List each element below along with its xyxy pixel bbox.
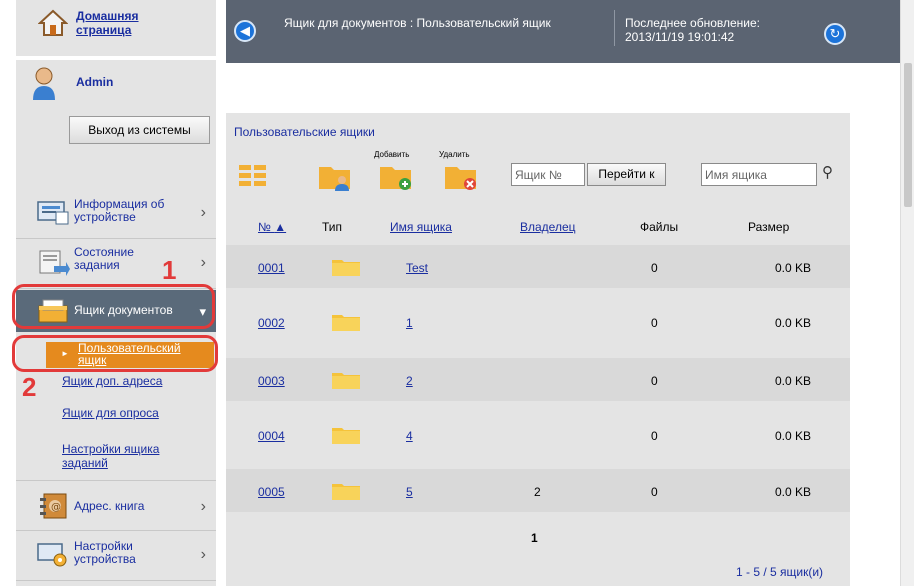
folder-icon	[332, 484, 360, 500]
table-row[interactable]: 0001 Test 0 0.0 KB	[226, 245, 850, 288]
box-number[interactable]: 0001	[258, 261, 285, 275]
divider	[614, 10, 615, 46]
job-status-icon	[39, 250, 70, 276]
sidebar-item-device-info[interactable]: Информация об устройстве ›	[16, 192, 216, 234]
column-header-files: Файлы	[640, 220, 679, 234]
sidebar-item-device-settings[interactable]: Настройки устройства ›	[16, 534, 216, 576]
annotation-highlight-custom-box	[12, 335, 218, 372]
page-number[interactable]: 1	[531, 531, 538, 545]
annotation-highlight-document-box	[12, 284, 215, 329]
last-update-label: Последнее обновление:	[625, 16, 760, 30]
folder-icon	[332, 315, 360, 331]
divider	[16, 580, 216, 581]
view-toggle-icon[interactable]	[238, 163, 268, 191]
page-title: Пользовательские ящики	[234, 125, 375, 139]
column-header-name[interactable]: Имя ящика	[390, 220, 452, 234]
home-link[interactable]: Домашняя страница	[76, 9, 166, 37]
delete-box-icon[interactable]	[444, 161, 478, 191]
box-number[interactable]: 0004	[258, 429, 285, 443]
box-files: 0	[651, 485, 658, 499]
box-size: 0.0 KB	[775, 485, 812, 499]
box-number-input[interactable]: Ящик №	[511, 163, 585, 186]
device-settings-icon	[37, 543, 67, 567]
user-block: Admin Выход из системы	[16, 60, 216, 200]
sidebar-item-label: Адрес. книга	[74, 499, 145, 513]
chevron-right-icon: ›	[200, 546, 206, 563]
box-number[interactable]: 0005	[258, 485, 285, 499]
column-header-owner[interactable]: Владелец	[520, 220, 576, 234]
result-count: 1 - 5 / 5 ящик(и)	[736, 565, 824, 579]
add-box-icon[interactable]	[379, 161, 413, 191]
box-size: 0.0 KB	[775, 316, 812, 330]
chevron-right-icon: ›	[200, 498, 206, 515]
back-arrow-icon[interactable]: ◀	[234, 20, 256, 42]
sidebar-item-label: Информация об устройстве	[74, 197, 165, 224]
box-size: 0.0 KB	[775, 374, 812, 388]
box-name[interactable]: 4	[406, 429, 413, 443]
sidebar-item-address-book[interactable]: @ Адрес. книга ›	[16, 486, 216, 528]
divider	[16, 238, 216, 239]
last-update-value: 2013/11/19 19:01:42	[625, 30, 735, 44]
column-header-label: №	[258, 220, 271, 234]
divider	[16, 530, 216, 531]
user-name: Admin	[76, 75, 114, 89]
table-row[interactable]: 0003 2 0 0.0 KB	[226, 358, 850, 401]
refresh-icon[interactable]: ↻	[824, 23, 846, 45]
annotation-number-2: 2	[22, 372, 37, 402]
vertical-scrollbar[interactable]	[900, 0, 914, 586]
column-header-type: Тип	[322, 220, 343, 234]
last-update: Последнее обновление: 2013/11/19 19:01:4…	[625, 16, 760, 44]
sort-asc-icon: ▲	[274, 220, 287, 234]
box-name[interactable]: 1	[406, 316, 413, 330]
address-book-icon: @	[40, 493, 67, 519]
box-files: 0	[651, 374, 658, 388]
folder-user-icon[interactable]	[318, 161, 352, 191]
table-row[interactable]: 0004 4 0 0.0 KB	[226, 413, 850, 456]
sidebar-item-label: Состояние задания	[74, 245, 134, 272]
box-name-input[interactable]: Имя ящика	[701, 163, 817, 186]
user-avatar-icon	[33, 67, 55, 100]
table-row[interactable]: 0002 1 0 0.0 KB	[226, 300, 850, 343]
goto-button[interactable]: Перейти к	[587, 163, 666, 186]
column-header-size: Размер	[748, 220, 790, 234]
folder-icon	[332, 428, 360, 444]
box-size: 0.0 KB	[775, 261, 812, 275]
sidebar-item-label: Настройки устройства	[74, 539, 136, 566]
box-files: 0	[651, 261, 658, 275]
scrollbar-thumb[interactable]	[904, 63, 912, 207]
table-row[interactable]: 0005 5 2 0 0.0 KB	[226, 469, 850, 512]
home-icon[interactable]	[38, 8, 68, 38]
home-block: Домашняя страница	[16, 0, 216, 56]
sidebar-nav: Информация об устройстве › Состояние зад…	[16, 188, 216, 586]
chevron-right-icon: ›	[200, 254, 206, 271]
box-files: 0	[651, 429, 658, 443]
header-bar: ◀ Ящик для документов : Пользовательский…	[226, 0, 904, 63]
box-owner: 2	[534, 485, 541, 499]
sidebar-item-job-status[interactable]: Состояние задания ›	[16, 242, 216, 284]
folder-icon	[332, 373, 360, 389]
chevron-right-icon: ›	[200, 204, 206, 221]
breadcrumb: Ящик для документов : Пользовательский я…	[284, 16, 551, 30]
box-size: 0.0 KB	[775, 429, 812, 443]
sidebar-subitem-fax-memory-box[interactable]: Ящик доп. адреса	[62, 374, 162, 388]
delete-caption: Удалить	[439, 150, 470, 159]
box-name[interactable]: 2	[406, 374, 413, 388]
folder-icon	[332, 260, 360, 276]
box-number[interactable]: 0002	[258, 316, 285, 330]
box-name[interactable]: Test	[406, 261, 428, 275]
annotation-number-1: 1	[162, 255, 177, 285]
box-name[interactable]: 5	[406, 485, 413, 499]
add-caption: Добавить	[374, 150, 410, 159]
box-files: 0	[651, 316, 658, 330]
logout-button[interactable]: Выход из системы	[69, 116, 210, 144]
search-icon[interactable]: ⚲	[822, 163, 833, 181]
device-info-icon	[37, 201, 69, 225]
svg-text:@: @	[51, 502, 61, 513]
sidebar-subitem-polling-box[interactable]: Ящик для опроса	[62, 406, 159, 420]
column-header-no[interactable]: № ▲	[258, 220, 286, 234]
box-number[interactable]: 0003	[258, 374, 285, 388]
divider	[16, 480, 216, 481]
main-panel: Пользовательские ящики Добавить Удалить …	[226, 113, 850, 586]
sidebar-subitem-job-box-settings[interactable]: Настройки ящика заданий	[62, 442, 192, 470]
